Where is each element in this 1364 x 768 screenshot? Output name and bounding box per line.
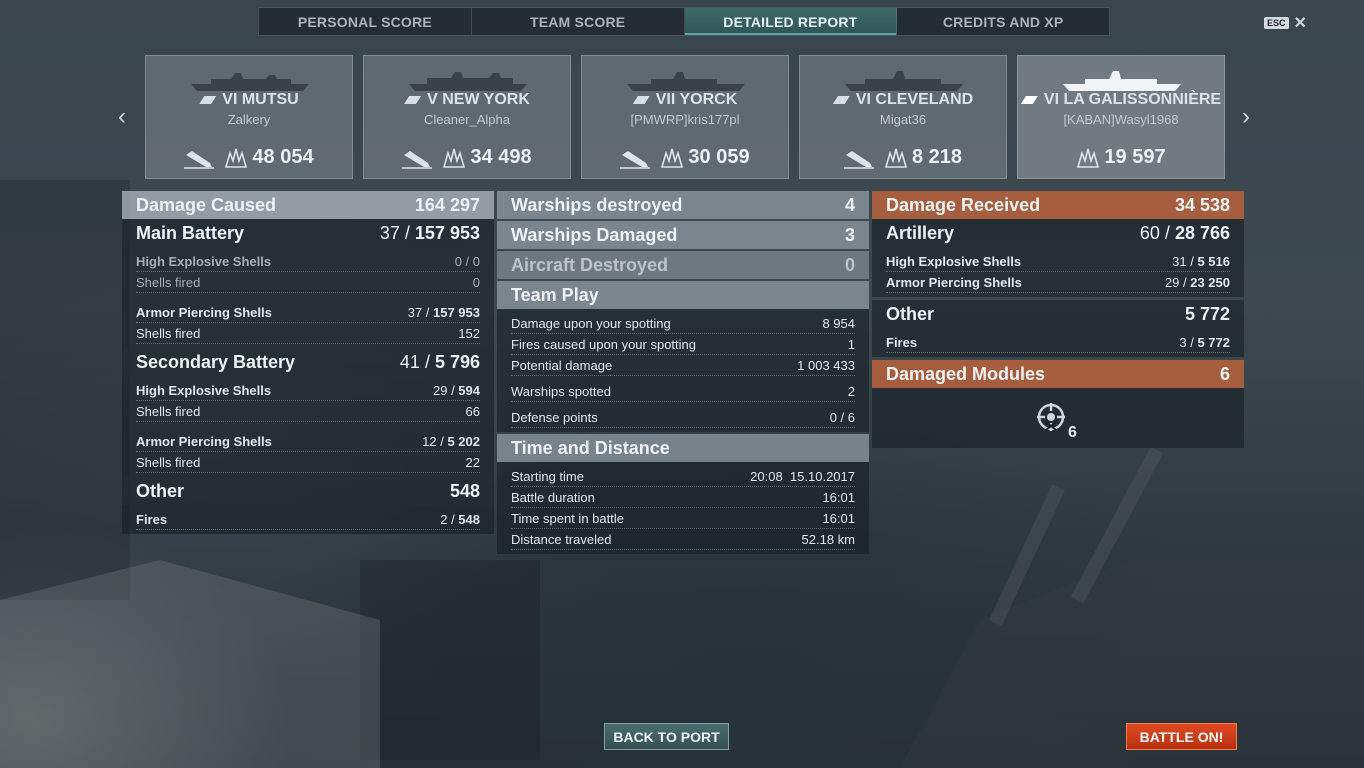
- artillery-details: High Explosive Shells 31 / 5 516 Armor Pi…: [872, 247, 1244, 297]
- time-distance-details: Starting time 20:08 15.10.2017 Battle dur…: [497, 462, 869, 554]
- own-ship-card[interactable]: VI LA GALISSONNIÈRE [KABAN]Wasyl1968 19 …: [1017, 55, 1225, 179]
- damage-burst-icon: [225, 148, 248, 168]
- combat-summary-panel: Warships destroyed 4 Warships Damaged 3 Ai…: [497, 191, 869, 554]
- damage-value: 34 498: [470, 146, 532, 168]
- stat-row: Time spent in battle 16:01: [511, 508, 855, 529]
- warships-damaged-row: Warships Damaged 3: [497, 221, 869, 249]
- stat-row: Shells fired 22: [136, 452, 480, 473]
- close-button[interactable]: ESC ✕: [1264, 13, 1307, 33]
- other-received-details: Fires 3 / 5 772: [872, 328, 1244, 357]
- damage-value: 48 054: [252, 146, 314, 168]
- stat-row: Damage upon your spotting 8 954: [511, 313, 855, 334]
- damage-burst-icon: [443, 148, 466, 168]
- stat-row: Starting time 20:08 15.10.2017: [511, 466, 855, 487]
- battle-on-button[interactable]: BATTLE ON!: [1126, 723, 1237, 750]
- stat-row: Distance traveled 52.18 km: [511, 529, 855, 550]
- cruiser-class-icon: [832, 96, 850, 104]
- ship-silhouette-icon: [191, 73, 309, 91]
- stat-row: Armor Piercing Shells 12 / 5 202: [136, 431, 480, 452]
- aircraft-destroyed-row: Aircraft Destroyed 0: [497, 251, 869, 279]
- steering-gear-icon: [1037, 403, 1065, 431]
- warships-destroyed-row: Warships destroyed 4: [497, 191, 869, 219]
- close-icon[interactable]: ✕: [1294, 13, 1307, 33]
- sunk-ship-icon: [184, 150, 215, 169]
- stat-row: Shells fired 0: [136, 272, 480, 293]
- sunk-ship-icon: [843, 150, 874, 169]
- ship-name: VI MUTSU: [222, 91, 299, 108]
- ship-name: VI CLEVELAND: [855, 91, 974, 108]
- other-details: Fires 2 / 548: [122, 505, 494, 534]
- ship-card[interactable]: VI CLEVELAND Migat36 8 218: [799, 55, 1007, 179]
- secondary-battery-header: Secondary Battery 41 / 5 796: [122, 348, 494, 376]
- main-battery-details: High Explosive Shells 0 / 0 Shells fired 0…: [122, 247, 494, 348]
- damage-caused-panel: Damage Caused 164 297 Main Battery 37 / 15…: [122, 191, 494, 534]
- stat-row: Warships spotted 2: [511, 376, 855, 402]
- damage-value: 8 218: [911, 146, 963, 168]
- ship-name: VII YORCK: [655, 91, 738, 108]
- damaged-modules-count: 6: [1068, 424, 1077, 441]
- tab-personal-score[interactable]: PERSONAL SCORE: [259, 8, 472, 35]
- damaged-modules-header: Damaged Modules 6: [872, 360, 1244, 388]
- damage-burst-icon: [1077, 148, 1100, 168]
- tab-team-score[interactable]: TEAM SCORE: [472, 8, 685, 35]
- damage-caused-header: Damage Caused 164 297: [122, 191, 494, 219]
- ship-silhouette-icon: [409, 72, 527, 91]
- report-tabs: PERSONAL SCORE TEAM SCORE DETAILED REPOR…: [258, 7, 1110, 36]
- stat-row: High Explosive Shells 0 / 0: [136, 251, 480, 272]
- damage-value: 30 059: [688, 146, 750, 168]
- stat-row: Fires 2 / 548: [136, 509, 480, 530]
- tab-credits-and-xp[interactable]: CREDITS AND XP: [897, 8, 1109, 35]
- stat-row: High Explosive Shells 31 / 5 516: [886, 251, 1230, 272]
- esc-key-hint: ESC: [1264, 17, 1289, 29]
- player-name: Migat36: [879, 112, 927, 127]
- ship-silhouette-icon: [627, 72, 745, 91]
- damaged-modules-details: 6: [872, 388, 1244, 448]
- other-header: Other 548: [122, 477, 494, 505]
- stat-row: Armor Piercing Shells 37 / 157 953: [136, 302, 480, 323]
- sunk-ship-icon: [402, 150, 433, 169]
- ship-name: V NEW YORK: [427, 91, 530, 108]
- back-to-port-button[interactable]: BACK TO PORT: [604, 723, 729, 750]
- prev-arrow-icon[interactable]: ‹: [112, 103, 132, 130]
- player-name: [PMWRP]kris177pl: [630, 112, 740, 127]
- battleship-class-icon: [199, 96, 217, 104]
- damage-value: 19 597: [1104, 146, 1166, 168]
- battleship-class-icon: [404, 96, 422, 104]
- cruiser-class-icon: [1020, 96, 1038, 104]
- main-battery-header: Main Battery 37 / 157 953: [122, 219, 494, 247]
- ship-card[interactable]: V NEW YORK Cleaner_Alpha 34 498: [363, 55, 571, 179]
- stat-row: Fires 3 / 5 772: [886, 332, 1230, 353]
- damage-burst-icon: [884, 148, 908, 168]
- damage-burst-icon: [661, 148, 684, 168]
- stat-row: Fires caused upon your spotting 1: [511, 334, 855, 355]
- secondary-battery-details: High Explosive Shells 29 / 594 Shells fir…: [122, 376, 494, 477]
- ship-card[interactable]: VII YORCK [PMWRP]kris177pl 30 059: [581, 55, 789, 179]
- ship-card[interactable]: VI MUTSU Zalkery 48 054: [145, 55, 353, 179]
- damage-received-panel: Damage Received 34 538 Artillery 60 / 28 7…: [872, 191, 1244, 448]
- player-name: [KABAN]Wasyl1968: [1063, 112, 1179, 127]
- next-arrow-icon[interactable]: ›: [1236, 103, 1256, 130]
- team-play-header: Team Play: [497, 281, 869, 309]
- cruiser-class-icon: [632, 96, 650, 104]
- damage-received-header: Damage Received 34 538: [872, 191, 1244, 219]
- ship-name: VI LA GALISSONNIÈRE: [1043, 91, 1222, 108]
- stat-row: Shells fired 66: [136, 401, 480, 422]
- stat-row: Potential damage 1 003 433: [511, 355, 855, 376]
- stat-row: Defense points 0 / 6: [511, 402, 855, 428]
- sunk-ship-icon: [620, 150, 651, 169]
- time-distance-header: Time and Distance: [497, 434, 869, 462]
- stat-row: Battle duration 16:01: [511, 487, 855, 508]
- destroyed-ships-strip: VI MUTSU Zalkery 48 054 V NEW YORK Clean…: [145, 55, 1225, 179]
- artillery-header: Artillery 60 / 28 766: [872, 219, 1244, 247]
- tab-detailed-report[interactable]: DETAILED REPORT: [684, 8, 898, 35]
- stat-row: Armor Piercing Shells 29 / 23 250: [886, 272, 1230, 293]
- player-name: Zalkery: [227, 112, 271, 127]
- team-play-details: Damage upon your spotting 8 954 Fires cau…: [497, 309, 869, 432]
- other-received-header: Other 5 772: [872, 300, 1244, 328]
- ship-silhouette-icon: [1063, 71, 1181, 91]
- stat-row: Shells fired 152: [136, 323, 480, 344]
- ship-silhouette-icon: [845, 71, 963, 91]
- player-name: Cleaner_Alpha: [423, 112, 510, 127]
- stat-row: High Explosive Shells 29 / 594: [136, 380, 480, 401]
